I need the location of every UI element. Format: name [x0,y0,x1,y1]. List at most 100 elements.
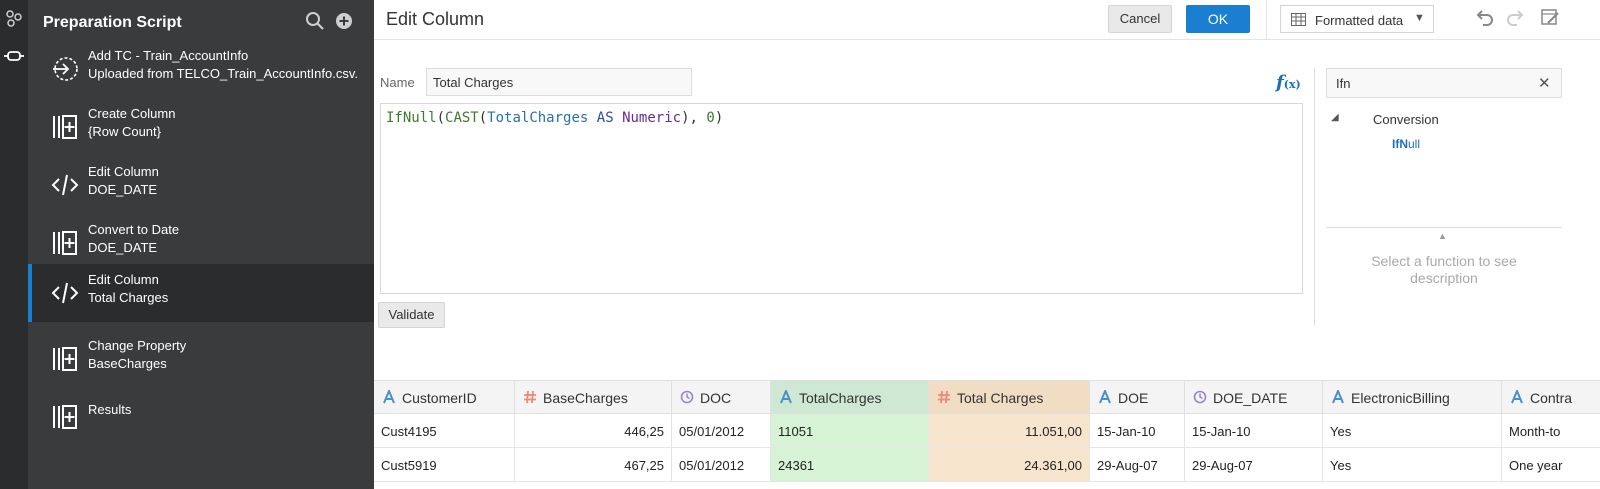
ok-button[interactable]: OK [1186,5,1250,33]
script-node-icon[interactable] [4,46,24,66]
search-icon[interactable] [305,11,325,31]
text-type-icon [779,388,793,404]
step-label: Convert to Date [88,222,180,237]
function-item-ifnull[interactable]: IfNull [1392,137,1420,151]
column-header[interactable]: DOE [1090,380,1185,414]
script-step-edit-column-doe-date[interactable]: Edit Column DOE_DATE [28,156,374,214]
table-cell[interactable]: 05/01/2012 [672,448,771,482]
script-step-change-property[interactable]: Change Property BaseCharges [28,330,374,388]
panel-title: Preparation Script [43,14,182,31]
step-label: Edit Column [88,272,159,287]
data-grid: CustomerID BaseCharges DOC TotalCharges Tota… [374,380,1600,489]
step-label: Results [88,402,132,417]
column-name-input[interactable]: Total Charges [426,68,692,96]
column-header-label: TotalCharges [799,390,882,406]
table-cell[interactable]: 29-Aug-07 [1185,448,1323,482]
dataflow-icon[interactable] [4,8,24,28]
token-type: Numeric [622,110,682,126]
table-cell[interactable]: 24361 [771,448,929,482]
table-cell[interactable]: Yes [1323,448,1502,482]
column-header[interactable]: BaseCharges [515,380,672,414]
table-icon [1291,13,1306,26]
column-header[interactable]: Total Charges [929,380,1090,414]
edit-sheet-icon[interactable] [1539,7,1561,29]
step-label: Change Property [88,338,187,353]
table-cell[interactable]: 29-Aug-07 [1090,448,1185,482]
table-cell[interactable]: 11.051,00 [929,414,1090,448]
item-rest: ull [1408,137,1421,151]
table-cell[interactable]: 467,25 [515,448,672,482]
function-search-input[interactable]: Ifn [1326,68,1562,98]
column-header-label: Total Charges [957,390,1044,406]
step-detail: DOE_DATE [88,182,158,197]
script-step-edit-column-total-charges[interactable]: Edit Column Total Charges [28,264,374,322]
token-punct: ) [714,110,724,126]
expression-editor[interactable]: IfNull(CAST(TotalCharges AS Numeric), 0) [380,103,1303,294]
table-cell[interactable]: 05/01/2012 [672,414,771,448]
table-cell[interactable]: 15-Jan-10 [1185,414,1323,448]
script-step-results[interactable]: Results [28,388,374,446]
redo-icon[interactable] [1505,7,1527,29]
toolbar: Edit Column Cancel OK Formatted data ▼ [374,0,1600,40]
date-type-icon [1193,390,1207,404]
token-function: CAST [445,110,479,126]
name-label: Name [380,75,415,90]
divider [1314,68,1315,326]
step-detail: BaseCharges [88,356,167,371]
table-cell[interactable]: 11051 [771,414,929,448]
column-header[interactable]: DOC [672,380,771,414]
column-header-label: BaseCharges [543,390,628,406]
script-step-create-column[interactable]: Create Column {Row Count} [28,98,374,156]
token-punct: ( [436,110,446,126]
table-cell[interactable]: 15-Jan-10 [1090,414,1185,448]
function-icon[interactable]: f(x) [1276,72,1301,93]
step-detail: {Row Count} [88,124,161,139]
text-type-icon [1331,388,1345,404]
column-header[interactable]: DOE_DATE [1185,380,1323,414]
token-column: TotalCharges [487,110,589,126]
code-icon [51,174,79,196]
add-column-icon [53,115,77,139]
column-header[interactable]: TotalCharges [771,380,929,414]
token-function: IfNull [386,110,437,126]
function-category-conversion[interactable]: Conversion [1373,112,1439,127]
column-header-label: DOE [1118,390,1149,406]
main-panel: Edit Column Cancel OK Formatted data ▼ N… [374,0,1600,489]
divider [1266,0,1267,40]
table-cell[interactable]: Month-to [1502,414,1600,448]
token-literal: 0 [706,110,715,126]
page-title: Edit Column [386,9,485,29]
table-cell[interactable]: One year [1502,448,1600,482]
table-cell[interactable]: Cust4195 [374,414,515,448]
step-detail: Total Charges [88,290,169,305]
left-rail [0,0,28,489]
step-label: Create Column [88,106,176,121]
table-cell[interactable]: Cust5919 [374,448,515,482]
view-mode-value: Formatted data [1315,13,1404,28]
column-header-label: DOC [700,390,732,406]
token-punct: ), [681,110,707,126]
column-header-label: CustomerID [402,390,477,406]
column-header[interactable]: ElectronicBilling [1323,380,1502,414]
script-step-add-dataset[interactable]: Add TC - Train_AccountInfo Uploaded from… [28,40,374,98]
column-header[interactable]: CustomerID [374,380,515,414]
validate-button[interactable]: Validate [378,302,445,328]
table-cell[interactable]: 446,25 [515,414,672,448]
add-step-icon[interactable] [334,11,354,31]
table-cell[interactable]: Yes [1323,414,1502,448]
cancel-button[interactable]: Cancel [1108,5,1172,33]
collapse-up-icon[interactable]: ▲ [1438,231,1447,241]
token-punct: ( [478,110,488,126]
table-cell[interactable]: 24.361,00 [929,448,1090,482]
column-header[interactable]: Contra [1502,380,1600,414]
view-mode-dropdown[interactable]: Formatted data ▼ [1280,5,1434,33]
close-icon[interactable]: ✕ [1538,74,1551,92]
undo-icon[interactable] [1473,7,1495,29]
add-column-icon [53,405,77,429]
preparation-script-panel: Preparation Script Add TC - Train_Accoun… [28,0,374,489]
collapse-triangle-icon[interactable]: ◢ [1331,112,1339,123]
divider [1326,227,1562,228]
token-keyword: AS [596,110,614,126]
